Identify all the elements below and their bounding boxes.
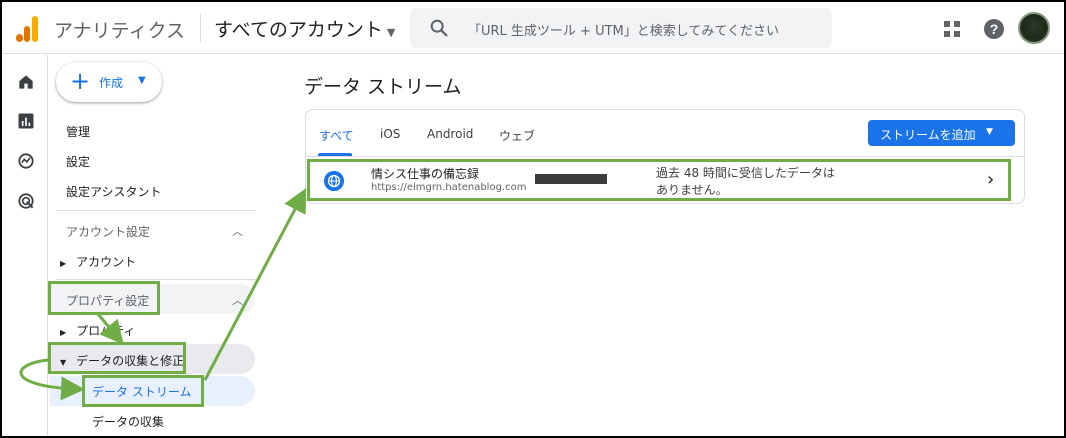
nav-item-admin[interactable]: 管理	[66, 123, 90, 140]
nav-item-setup-assistant[interactable]: 設定アシスタント	[66, 183, 162, 200]
annotation-highlight-data-streams	[82, 375, 204, 407]
triangle-right-icon: ▶	[60, 328, 67, 337]
top-app-bar: アナリティクス すべてのアカウント ▼ 「URL 生成ツール + UTM」と検索し…	[2, 2, 1064, 54]
search-bar[interactable]: 「URL 生成ツール + UTM」と検索してみてください	[410, 8, 832, 48]
tabs-divider	[306, 156, 1024, 157]
chevron-up-icon[interactable]: ︿	[232, 292, 243, 308]
nav-divider	[56, 279, 256, 280]
nav-item-account-label: アカウント	[76, 255, 137, 269]
advertising-icon[interactable]	[16, 191, 36, 211]
nav-item-account[interactable]: ▶ アカウント	[60, 253, 136, 270]
annotation-highlight-property-settings	[48, 281, 160, 315]
page-title: データ ストリーム	[304, 76, 462, 98]
tab-ios[interactable]: iOS	[380, 127, 400, 141]
app-name: アナリティクス	[54, 20, 185, 42]
tab-all[interactable]: すべて	[319, 127, 354, 144]
nav-item-data-collection[interactable]: データの収集	[92, 413, 164, 430]
analytics-logo-icon[interactable]	[14, 14, 40, 42]
home-icon[interactable]	[16, 72, 36, 92]
search-icon	[430, 19, 448, 37]
add-stream-button-label: ストリームを追加	[880, 128, 976, 142]
nav-item-property-label: プロパティ	[76, 324, 136, 338]
create-button[interactable]: + 作成 ▼	[56, 62, 162, 102]
create-button-label: 作成	[99, 76, 124, 90]
nav-item-property[interactable]: ▶ プロパティ	[60, 322, 135, 339]
tab-web[interactable]: ウェブ	[499, 127, 535, 144]
caret-down-icon: ▼	[138, 75, 146, 86]
annotation-highlight-data-collection-modification	[48, 342, 186, 374]
caret-down-icon: ▼	[986, 127, 993, 137]
apps-grid-icon[interactable]	[944, 21, 960, 37]
plus-icon: +	[70, 67, 91, 95]
header-divider	[200, 14, 201, 42]
avatar[interactable]	[1018, 12, 1050, 44]
annotation-highlight-stream-row	[307, 159, 1011, 201]
caret-down-icon: ▼	[386, 26, 396, 39]
account-selector-label: すべてのアカウント	[214, 19, 383, 41]
help-icon[interactable]: ?	[984, 19, 1004, 39]
nav-item-settings[interactable]: 設定	[66, 153, 90, 170]
tab-android[interactable]: Android	[427, 127, 473, 141]
triangle-right-icon: ▶	[60, 259, 67, 268]
left-rail	[2, 55, 48, 436]
section-account-settings[interactable]: アカウント設定	[66, 223, 150, 240]
explore-icon[interactable]	[16, 151, 36, 171]
add-stream-button[interactable]: ストリームを追加 ▼	[868, 120, 1015, 146]
account-selector[interactable]: すべてのアカウント ▼	[214, 15, 395, 42]
nav-divider	[56, 210, 256, 211]
search-placeholder: 「URL 生成ツール + UTM」と検索してみてください	[468, 24, 779, 39]
chevron-up-icon[interactable]: ︿	[232, 223, 243, 239]
reports-icon[interactable]	[16, 111, 36, 131]
